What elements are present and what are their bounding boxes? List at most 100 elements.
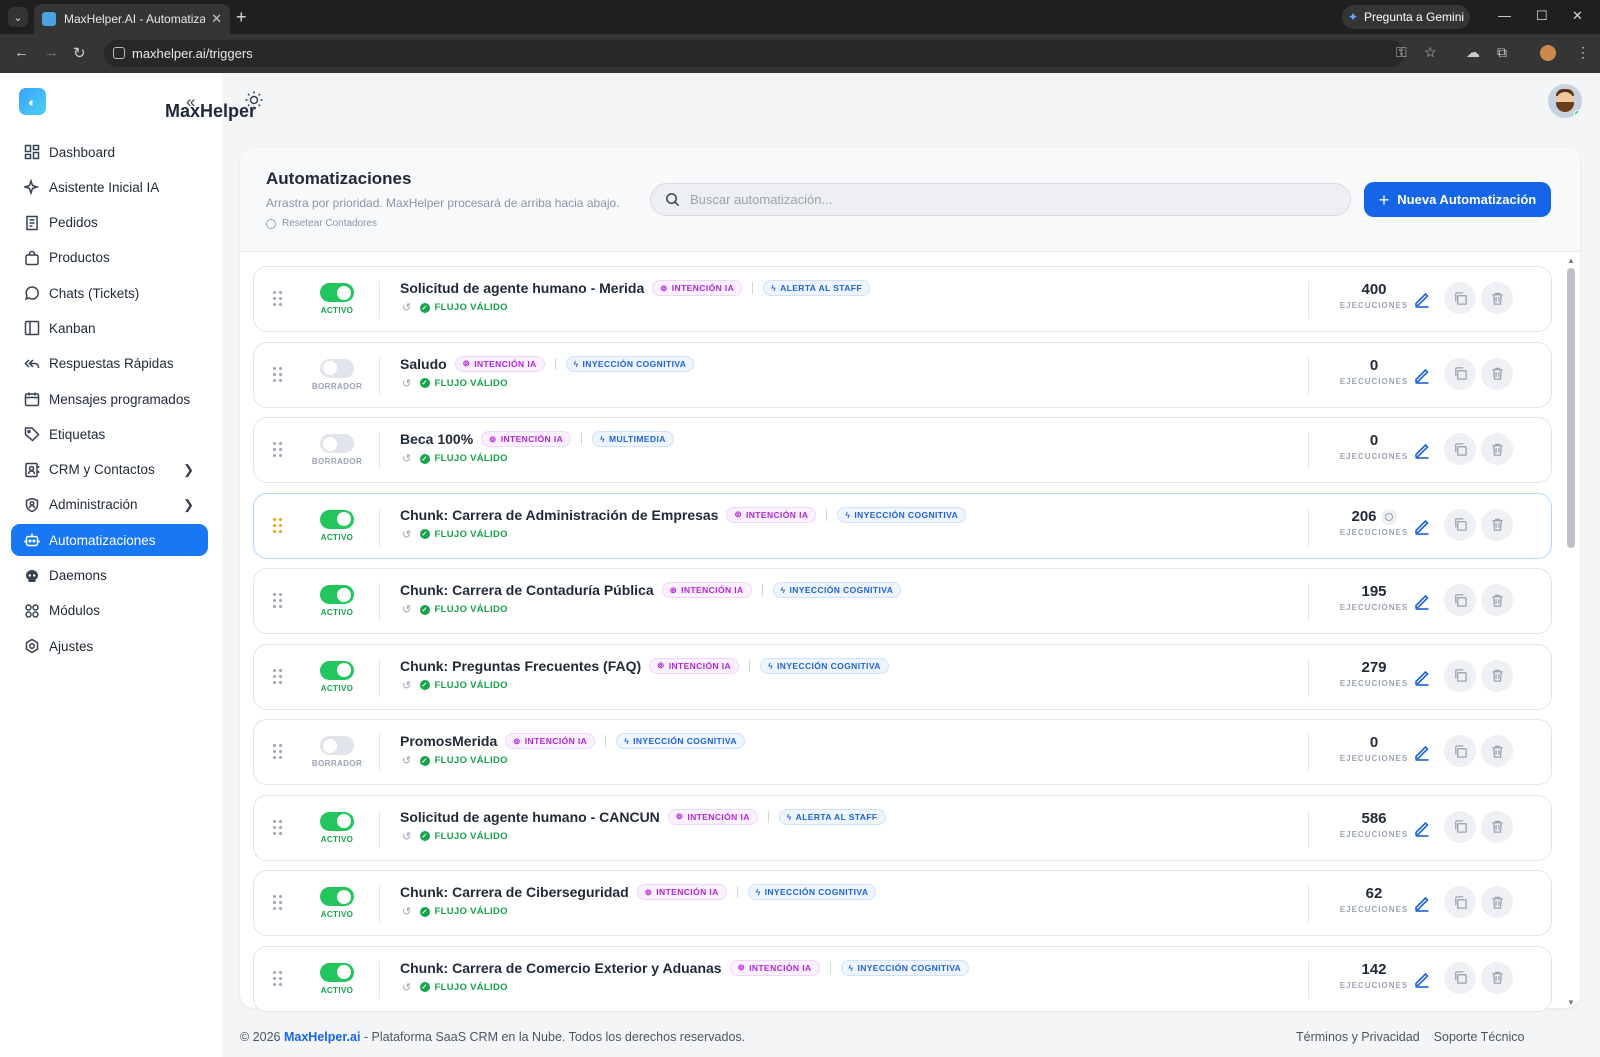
automation-row[interactable]: ACTIVO Chunk: Carrera de Comercio Exteri… [253,945,1552,1012]
edit-icon[interactable] [1412,667,1432,687]
automation-name[interactable]: PromosMerida [400,733,497,749]
status-toggle[interactable] [320,811,354,831]
sidebar-item-etiquetas[interactable]: Etiquetas [11,418,208,450]
history-icon[interactable]: ↺ [402,981,412,994]
duplicate-button[interactable] [1444,584,1476,616]
new-automation-button[interactable]: + Nueva Automatización [1364,182,1551,217]
drag-handle-icon[interactable] [273,291,283,309]
status-toggle[interactable] [320,962,354,982]
edit-icon[interactable] [1412,289,1432,309]
profile-avatar-icon[interactable] [1540,45,1556,61]
sidebar-item-daemons[interactable]: Daemons [11,560,208,592]
status-toggle[interactable] [320,283,354,302]
new-tab-icon[interactable]: + [236,7,247,27]
automation-row[interactable]: ACTIVO Chunk: Carrera de Ciberseguridad … [253,870,1552,936]
drag-handle-icon[interactable] [273,442,283,460]
search-input[interactable]: Buscar automatización... [650,183,1351,216]
duplicate-button[interactable] [1444,659,1476,692]
delete-button[interactable] [1481,886,1513,918]
maximize-icon[interactable]: ☐ [1536,8,1548,24]
drag-handle-icon[interactable] [273,970,283,989]
status-toggle[interactable] [320,887,354,906]
drag-handle-icon[interactable] [273,744,283,762]
cloud-icon[interactable]: ☁ [1466,44,1480,61]
automation-name[interactable]: Chunk: Carrera de Administración de Empr… [400,507,718,523]
sidebar-item-crm[interactable]: CRM y Contactos ❯ [11,454,208,486]
close-window-icon[interactable]: ✕ [1572,8,1583,24]
sidebar-item-mensajes[interactable]: Mensajes programados [11,383,208,415]
browser-tab[interactable]: MaxHelper.AI - Automatiza tu a ✕ [34,4,230,34]
sidebar-item-pedidos[interactable]: Pedidos [11,207,208,239]
automation-name[interactable]: Solicitud de agente humano - Merida [400,280,644,296]
status-toggle[interactable] [320,660,354,680]
delete-button[interactable] [1481,433,1513,465]
footer-brand-link[interactable]: MaxHelper.ai [284,1030,360,1044]
edit-icon[interactable] [1412,893,1432,913]
drag-handle-icon[interactable] [273,593,283,611]
edit-icon[interactable] [1412,742,1432,762]
history-icon[interactable]: ↺ [402,905,412,918]
duplicate-button[interactable] [1444,886,1476,918]
duplicate-button[interactable] [1444,282,1476,314]
status-toggle[interactable] [320,509,354,529]
automation-row[interactable]: BORRADOR PromosMerida ⊚ INTENCIÓN IA ϟ INY… [253,719,1552,785]
edit-icon[interactable] [1412,440,1432,460]
delete-button[interactable] [1481,357,1513,390]
theme-toggle-sun-icon[interactable] [244,90,264,110]
sidebar-item-administracion[interactable]: Administración ❯ [11,489,208,521]
drag-handle-icon[interactable] [273,819,283,838]
automation-row[interactable]: ACTIVO Chunk: Carrera de Administración … [253,492,1552,559]
collapse-sidebar-icon[interactable]: « [186,92,195,112]
scroll-up-icon[interactable]: ▲ [1567,256,1575,265]
history-icon[interactable]: ↺ [402,377,412,390]
site-info-icon[interactable] [113,47,125,59]
close-tab-icon[interactable]: ✕ [211,11,222,27]
sidebar-item-respuestas[interactable]: Respuestas Rápidas [11,348,208,380]
automation-name[interactable]: Beca 100% [400,431,473,447]
automation-name[interactable]: Chunk: Carrera de Comercio Exterior y Ad… [400,960,722,976]
forward-icon[interactable]: → [44,44,59,61]
edit-icon[interactable] [1412,365,1432,385]
menu-dots-icon[interactable]: ⋮ [1576,44,1590,61]
history-icon[interactable]: ↺ [402,754,412,767]
history-icon[interactable]: ↺ [402,603,412,616]
delete-button[interactable] [1481,584,1513,616]
scrollbar-thumb[interactable] [1567,268,1575,548]
automation-name[interactable]: Solicitud de agente humano - CANCUN [400,809,660,825]
automation-name[interactable]: Saludo [400,356,447,372]
automation-name[interactable]: Chunk: Carrera de Ciberseguridad [400,884,629,900]
delete-button[interactable] [1481,810,1513,843]
drag-handle-icon[interactable] [273,668,283,687]
back-icon[interactable]: ← [14,44,29,61]
automation-name[interactable]: Chunk: Preguntas Frecuentes (FAQ) [400,658,641,674]
scrollbar[interactable]: ▲ ▼ [1566,256,1576,1007]
edit-icon[interactable] [1412,969,1432,989]
sidebar-item-modulos[interactable]: Módulos [11,595,208,627]
url-bar[interactable]: maxhelper.ai/triggers [104,40,1404,67]
sidebar-item-ajustes[interactable]: Ajustes [11,630,208,662]
status-toggle[interactable] [320,434,354,453]
automation-row[interactable]: ACTIVO Solicitud de agente humano - CANC… [253,794,1552,861]
tab-search-icon[interactable]: ⌄ [8,7,28,27]
delete-button[interactable] [1481,508,1513,541]
history-icon[interactable]: ↺ [402,679,412,692]
history-icon[interactable]: ↺ [402,528,412,541]
sidebar-item-automatizaciones[interactable]: Automatizaciones [11,524,208,557]
automation-row[interactable]: ACTIVO Solicitud de agente humano - Meri… [253,266,1552,332]
reset-count-icon[interactable] [1380,508,1397,525]
delete-button[interactable] [1481,735,1513,767]
edit-icon[interactable] [1412,516,1432,536]
delete-button[interactable] [1481,659,1513,692]
duplicate-button[interactable] [1444,433,1476,465]
drag-handle-icon[interactable] [273,895,283,913]
brand[interactable]: ◐ MaxHelper [19,88,256,121]
status-toggle[interactable] [320,358,354,378]
automation-row[interactable]: ACTIVO Chunk: Preguntas Frecuentes (FAQ)… [253,643,1552,710]
reset-counters-button[interactable]: Resetear Contadores [266,218,377,229]
edit-icon[interactable] [1412,591,1432,611]
drag-handle-icon[interactable] [273,517,283,536]
gemini-button[interactable]: ✦ Pregunta a Gemini [1342,5,1470,29]
sidebar-item-asistente[interactable]: Asistente Inicial IA [11,171,208,203]
duplicate-button[interactable] [1444,961,1476,994]
duplicate-button[interactable] [1444,508,1476,541]
